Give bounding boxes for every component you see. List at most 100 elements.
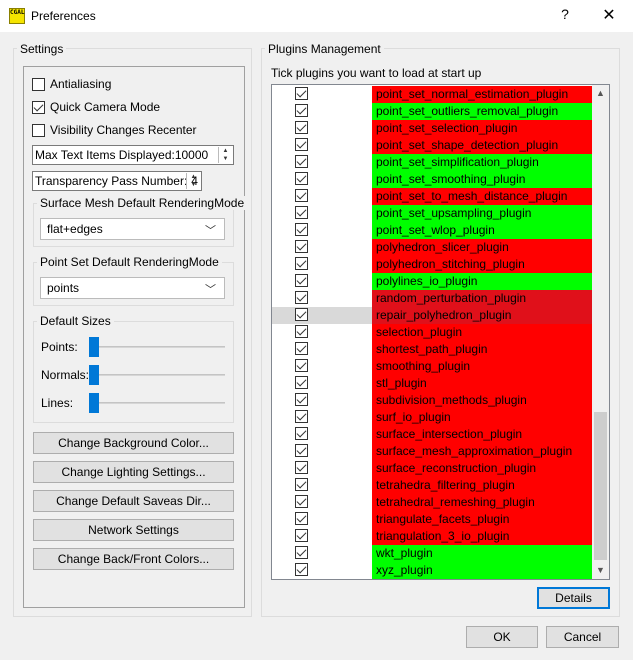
- quick-camera-checkbox[interactable]: Quick Camera Mode: [32, 99, 160, 115]
- plugin-list-item[interactable]: repair_polyhedron_plugin: [272, 307, 594, 324]
- plugin-list-item[interactable]: point_set_to_mesh_distance_plugin: [272, 188, 594, 205]
- plugin-checkbox[interactable]: [295, 376, 308, 389]
- plugins-list[interactable]: xyz_plugin wkt_plugin triangulation_3_io_p…: [271, 84, 610, 580]
- surface-mesh-mode-value: flat+edges: [47, 222, 103, 236]
- point-set-mode-select[interactable]: points ﹀: [40, 277, 225, 299]
- quick-camera-box[interactable]: [32, 100, 45, 114]
- antialiasing-box[interactable]: [32, 77, 45, 91]
- plugin-checkbox[interactable]: [295, 478, 308, 491]
- plugin-list-item[interactable]: point_set_shape_detection_plugin: [272, 137, 594, 154]
- plugin-checkbox[interactable]: [295, 206, 308, 219]
- plugin-list-item[interactable]: subdivision_methods_plugin: [272, 392, 594, 409]
- plugin-checkbox[interactable]: [295, 427, 308, 440]
- plugin-checkbox[interactable]: [295, 461, 308, 474]
- plugin-checkbox[interactable]: [295, 546, 308, 559]
- plugin-list-item[interactable]: point_set_simplification_plugin: [272, 154, 594, 171]
- close-button[interactable]: ✕: [596, 4, 622, 28]
- plugin-checkbox[interactable]: [295, 393, 308, 406]
- plugin-list-item[interactable]: tetrahedra_filtering_plugin: [272, 477, 594, 494]
- plugin-name: point_set_simplification_plugin: [372, 154, 594, 171]
- max-text-items-stepper[interactable]: ▲ ▼: [218, 147, 232, 163]
- plugin-list-item[interactable]: triangulate_facets_plugin: [272, 511, 594, 528]
- plugin-checkbox[interactable]: [295, 104, 308, 117]
- plugin-checkbox[interactable]: [295, 172, 308, 185]
- plugin-checkbox[interactable]: [295, 138, 308, 151]
- lines-size-slider[interactable]: [89, 393, 99, 413]
- plugin-checkbox[interactable]: [295, 563, 308, 576]
- plugin-list-item[interactable]: selection_plugin: [272, 324, 594, 341]
- plugin-list-item[interactable]: polyhedron_slicer_plugin: [272, 239, 594, 256]
- spin-down-icon[interactable]: ▼: [187, 181, 200, 189]
- change-lighting-settings-button[interactable]: Change Lighting Settings...: [33, 461, 234, 483]
- network-settings-button[interactable]: Network Settings: [33, 519, 234, 541]
- max-text-items-value[interactable]: 10000: [175, 148, 208, 162]
- ok-button[interactable]: OK: [466, 626, 538, 648]
- antialiasing-checkbox[interactable]: Antialiasing: [32, 76, 111, 92]
- spin-down-icon[interactable]: ▼: [219, 155, 232, 163]
- plugin-checkbox[interactable]: [295, 529, 308, 542]
- plugin-list-item[interactable]: point_set_wlop_plugin: [272, 222, 594, 239]
- plugin-checkbox[interactable]: [295, 410, 308, 423]
- plugin-checkbox[interactable]: [295, 308, 308, 321]
- change-back-front-colors-button[interactable]: Change Back/Front Colors...: [33, 548, 234, 570]
- change-background-color-button[interactable]: Change Background Color...: [33, 432, 234, 454]
- help-button[interactable]: ?: [556, 6, 574, 26]
- change-saveas-dir-button[interactable]: Change Default Saveas Dir...: [33, 490, 234, 512]
- scrollbar-thumb[interactable]: [594, 412, 607, 560]
- normals-size-track[interactable]: [89, 374, 225, 376]
- plugin-list-item[interactable]: point_set_normal_estimation_plugin: [272, 86, 594, 103]
- plugin-list-item[interactable]: surf_io_plugin: [272, 409, 594, 426]
- lines-size-track[interactable]: [89, 402, 225, 404]
- plugin-checkbox[interactable]: [295, 291, 308, 304]
- plugin-name: stl_plugin: [372, 375, 594, 392]
- points-size-track[interactable]: [89, 346, 225, 348]
- plugin-checkbox[interactable]: [295, 121, 308, 134]
- visibility-recenter-checkbox[interactable]: Visibility Changes Recenter: [32, 122, 197, 138]
- spin-up-icon[interactable]: ▲: [219, 147, 232, 155]
- plugin-checkbox[interactable]: [295, 444, 308, 457]
- plugins-list-scrollbar[interactable]: ▲ ▼: [592, 85, 609, 579]
- transparency-pass-stepper[interactable]: ▲ ▼: [186, 173, 200, 189]
- plugin-list-item[interactable]: xyz_plugin: [272, 562, 594, 579]
- plugin-list-item[interactable]: point_set_selection_plugin: [272, 120, 594, 137]
- plugin-list-item[interactable]: point_set_outliers_removal_plugin: [272, 103, 594, 120]
- plugin-list-item[interactable]: polylines_io_plugin: [272, 273, 594, 290]
- scroll-down-icon[interactable]: ▼: [592, 562, 609, 579]
- plugin-name: surface_intersection_plugin: [372, 426, 594, 443]
- max-text-items-spinbox[interactable]: Max Text Items Displayed: 10000 ▲ ▼: [32, 145, 234, 165]
- plugin-checkbox[interactable]: [295, 223, 308, 236]
- plugin-checkbox[interactable]: [295, 87, 308, 100]
- plugin-list-item[interactable]: polyhedron_stitching_plugin: [272, 256, 594, 273]
- plugin-list-item[interactable]: surface_intersection_plugin: [272, 426, 594, 443]
- plugin-checkbox[interactable]: [295, 495, 308, 508]
- plugin-list-item[interactable]: point_set_upsampling_plugin: [272, 205, 594, 222]
- points-size-slider[interactable]: [89, 337, 99, 357]
- plugin-checkbox[interactable]: [295, 359, 308, 372]
- normals-size-slider[interactable]: [89, 365, 99, 385]
- transparency-pass-spinbox[interactable]: Transparency Pass Number: 4 ▲ ▼: [32, 171, 202, 191]
- plugin-list-item[interactable]: surface_mesh_approximation_plugin: [272, 443, 594, 460]
- plugin-list-item[interactable]: wkt_plugin: [272, 545, 594, 562]
- plugin-list-item[interactable]: random_perturbation_plugin: [272, 290, 594, 307]
- plugin-list-item[interactable]: tetrahedral_remeshing_plugin: [272, 494, 594, 511]
- scroll-up-icon[interactable]: ▲: [592, 85, 609, 102]
- surface-mesh-mode-select[interactable]: flat+edges ﹀: [40, 218, 225, 240]
- plugin-checkbox[interactable]: [295, 342, 308, 355]
- plugin-list-item[interactable]: point_set_smoothing_plugin: [272, 171, 594, 188]
- cancel-button[interactable]: Cancel: [546, 626, 619, 648]
- plugin-checkbox[interactable]: [295, 325, 308, 338]
- plugin-checkbox[interactable]: [295, 274, 308, 287]
- visibility-recenter-box[interactable]: [32, 123, 45, 137]
- plugin-checkbox[interactable]: [295, 512, 308, 525]
- plugin-list-item[interactable]: surface_reconstruction_plugin: [272, 460, 594, 477]
- plugin-checkbox[interactable]: [295, 189, 308, 202]
- plugin-checkbox[interactable]: [295, 257, 308, 270]
- plugin-list-item[interactable]: smoothing_plugin: [272, 358, 594, 375]
- details-button[interactable]: Details: [537, 587, 610, 609]
- spin-up-icon[interactable]: ▲: [187, 173, 200, 181]
- plugin-checkbox[interactable]: [295, 155, 308, 168]
- plugin-list-item[interactable]: triangulation_3_io_plugin: [272, 528, 594, 545]
- plugin-checkbox[interactable]: [295, 240, 308, 253]
- plugin-list-item[interactable]: shortest_path_plugin: [272, 341, 594, 358]
- plugin-list-item[interactable]: stl_plugin: [272, 375, 594, 392]
